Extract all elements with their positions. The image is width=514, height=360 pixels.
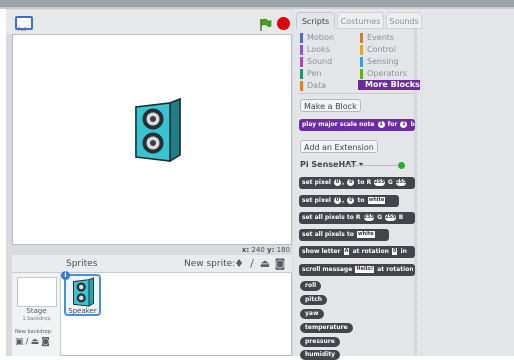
g-input[interactable]: 255 bbox=[385, 214, 396, 221]
backdrop-count: 1 backdrop bbox=[22, 316, 51, 322]
block-text: in bbox=[400, 248, 407, 255]
category-more-blocks[interactable]: More Blocks bbox=[358, 80, 420, 90]
roll-reporter[interactable]: roll bbox=[300, 281, 322, 291]
yaw-reporter[interactable]: yaw bbox=[300, 309, 324, 319]
green-flag-icon[interactable] bbox=[258, 17, 272, 31]
block-text: scroll message bbox=[302, 266, 353, 273]
block-text: G bbox=[377, 214, 383, 221]
color-dropdown[interactable]: white bbox=[356, 231, 375, 238]
pitch-reporter[interactable]: pitch bbox=[300, 295, 328, 305]
set-all-pixels-rgb-block[interactable]: set all pixels to R 255 G 255 B bbox=[299, 212, 415, 224]
stage-label: Stage bbox=[26, 307, 47, 315]
category-sound[interactable]: Sound bbox=[300, 57, 332, 67]
x-label: x: bbox=[241, 246, 250, 254]
make-a-block-button[interactable]: Make a Block bbox=[300, 99, 361, 112]
rotation-input[interactable]: 0 bbox=[391, 248, 398, 255]
new-sprite-label: New sprite: bbox=[184, 259, 236, 269]
category-operators[interactable]: Operators bbox=[360, 69, 407, 79]
y-label: y: bbox=[267, 246, 275, 254]
note-input[interactable]: 1 bbox=[377, 121, 385, 128]
tab-sounds[interactable]: Sounds bbox=[386, 12, 422, 29]
humidity-reporter[interactable]: humidity bbox=[300, 350, 340, 360]
color-dropdown[interactable]: white bbox=[367, 197, 386, 204]
scripts-area[interactable] bbox=[418, 29, 514, 356]
set-pixel-rgb-block[interactable]: set pixel 0, 0 to R 255 G 255 bbox=[299, 177, 415, 189]
block-text: to bbox=[357, 197, 365, 204]
block-text: set all pixels to R bbox=[302, 214, 361, 221]
category-pen[interactable]: Pen bbox=[300, 69, 322, 79]
paint-brush-icon[interactable]: / bbox=[246, 258, 258, 270]
add-extension-button[interactable]: Add an Extension bbox=[300, 140, 378, 153]
block-text: B bbox=[398, 214, 404, 221]
title-bar bbox=[0, 0, 514, 7]
stage-header bbox=[6, 10, 292, 34]
set-pixel-color-block[interactable]: set pixel 0, 0 to white bbox=[299, 195, 399, 207]
beats-input[interactable]: 1 bbox=[400, 121, 408, 128]
camera-icon[interactable]: ◙ bbox=[41, 337, 52, 347]
new-backdrop-label: New backdrop: bbox=[15, 329, 53, 335]
scroll-message-block[interactable]: scroll message Hello! at rotation bbox=[299, 264, 415, 276]
block-text: G bbox=[387, 179, 393, 186]
x-value: 240 bbox=[251, 246, 265, 254]
block-text: play major scale note bbox=[302, 121, 375, 128]
sprite-library-icon[interactable]: ♦ bbox=[233, 258, 245, 270]
library-icon[interactable]: ▣ bbox=[15, 337, 26, 347]
extension-status-icon bbox=[398, 162, 405, 169]
block-text: set all pixels to bbox=[302, 231, 354, 238]
x-input[interactable]: 0 bbox=[334, 197, 342, 204]
message-input[interactable]: Hello! bbox=[355, 266, 375, 273]
extension-line bbox=[345, 165, 398, 166]
block-text: b bbox=[410, 121, 415, 128]
tab-scripts[interactable]: Scripts bbox=[296, 12, 335, 29]
palette-scrollbar[interactable] bbox=[414, 29, 417, 356]
category-control[interactable]: Control bbox=[360, 45, 396, 55]
speaker-sprite[interactable] bbox=[132, 97, 184, 163]
y-value: 180 bbox=[276, 246, 290, 254]
block-text: to R bbox=[357, 179, 372, 186]
tab-costumes[interactable]: Costumes bbox=[337, 12, 384, 29]
block-text: at rotation bbox=[352, 248, 389, 255]
r-input[interactable]: 255 bbox=[363, 214, 375, 221]
category-motion[interactable]: Motion bbox=[300, 33, 334, 43]
g-input[interactable]: 255 bbox=[395, 179, 407, 186]
x-input[interactable]: 0 bbox=[334, 179, 342, 186]
show-letter-block[interactable]: show letter A at rotation 0 in bbox=[299, 246, 415, 258]
set-all-pixels-color-block[interactable]: set all pixels to white bbox=[299, 229, 389, 241]
pressure-reporter[interactable]: pressure bbox=[300, 337, 340, 347]
y-input[interactable]: 0 bbox=[347, 197, 355, 204]
category-sensing[interactable]: Sensing bbox=[360, 57, 399, 67]
y-input[interactable]: 0 bbox=[347, 179, 355, 186]
sprites-title: Sprites bbox=[66, 259, 98, 269]
r-input[interactable]: 255 bbox=[374, 179, 385, 186]
block-text: set pixel bbox=[302, 179, 331, 186]
layout-toggle-button[interactable]: Full bbox=[11, 13, 33, 33]
sprite-name: Speaker bbox=[68, 307, 97, 315]
category-events[interactable]: Events bbox=[360, 33, 394, 43]
layout-label: Full bbox=[17, 27, 27, 33]
upload-icon[interactable]: ⏏ bbox=[259, 258, 271, 270]
category-looks[interactable]: Looks bbox=[300, 45, 330, 55]
block-text: at rotation bbox=[377, 266, 414, 273]
new-backdrop-icons: ▣/⏏◙ bbox=[15, 337, 52, 347]
letter-input[interactable]: A bbox=[343, 248, 350, 255]
category-data[interactable]: Data bbox=[300, 81, 326, 91]
play-scale-block[interactable]: play major scale note 1 for 1 b bbox=[299, 119, 415, 131]
block-text: set pixel bbox=[302, 197, 331, 204]
block-text: show letter bbox=[302, 248, 341, 255]
block-text: for bbox=[387, 121, 398, 128]
stage-thumbnail[interactable] bbox=[17, 277, 57, 307]
upload-icon[interactable]: ⏏ bbox=[31, 337, 42, 347]
temperature-reporter[interactable]: temperature bbox=[300, 323, 353, 333]
stop-button[interactable] bbox=[277, 17, 290, 30]
info-icon[interactable]: i bbox=[61, 271, 70, 280]
camera-icon[interactable]: ◙ bbox=[274, 258, 286, 270]
palette-divider bbox=[298, 93, 414, 94]
